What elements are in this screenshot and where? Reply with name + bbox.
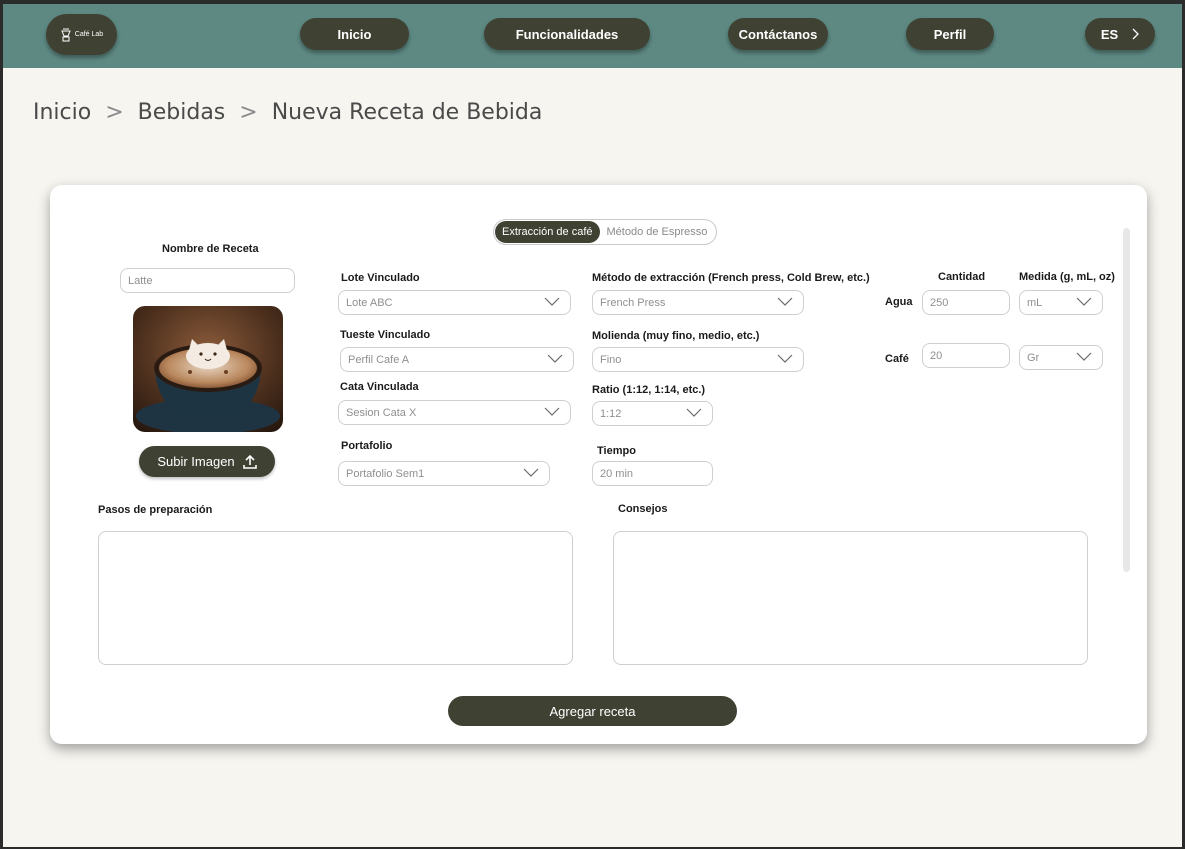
nav-perfil[interactable]: Perfil <box>906 18 994 50</box>
toggle-espresso[interactable]: Método de Espresso <box>600 221 715 243</box>
logo-text: Café Lab <box>74 31 104 38</box>
breadcrumb-inicio[interactable]: Inicio <box>33 100 91 125</box>
cantidad-header: Cantidad <box>938 271 986 283</box>
cafe-medida-select[interactable]: Gr <box>1019 345 1103 370</box>
latte-art-image <box>133 306 283 432</box>
mode-toggle: Extracción de café Método de Espresso <box>493 219 717 245</box>
cata-value: Sesion Cata X <box>346 406 417 419</box>
logo[interactable]: Café Lab <box>46 14 117 55</box>
cafe-label: Café <box>885 353 909 365</box>
tueste-select[interactable]: Perfil Cafe A <box>340 347 574 372</box>
nav-funcionalidades[interactable]: Funcionalidades <box>484 18 650 50</box>
cafe-cantidad-input[interactable]: 20 <box>922 343 1010 368</box>
nav-contactanos[interactable]: Contáctanos <box>728 18 828 50</box>
language-button[interactable]: ES <box>1085 18 1155 50</box>
chevron-down-icon <box>547 354 563 363</box>
consejos-textarea[interactable] <box>613 531 1088 665</box>
breadcrumb-separator: > <box>105 100 124 125</box>
agua-medida-value: mL <box>1027 296 1043 309</box>
chevron-down-icon <box>1076 352 1092 361</box>
top-navbar: Café Lab Inicio Funcionalidades Contácta… <box>3 4 1182 68</box>
chevron-right-icon <box>1132 28 1140 40</box>
scrollbar[interactable] <box>1123 228 1130 572</box>
portafolio-value: Portafolio Sem1 <box>346 467 425 480</box>
chevron-down-icon <box>777 297 793 306</box>
cata-select[interactable]: Sesion Cata X <box>338 400 571 425</box>
agua-cantidad-input[interactable]: 250 <box>922 290 1010 315</box>
tiempo-label: Tiempo <box>597 445 636 457</box>
pasos-label: Pasos de preparación <box>98 504 213 516</box>
ratio-select[interactable]: 1:12 <box>592 401 713 426</box>
coffee-dripper-icon <box>61 28 71 41</box>
metodo-value: French Press <box>600 296 666 309</box>
molienda-select[interactable]: Fino <box>592 347 804 372</box>
metodo-select[interactable]: French Press <box>592 290 804 315</box>
ratio-value: 1:12 <box>600 407 622 420</box>
breadcrumb-current: Nueva Receta de Bebida <box>271 100 543 125</box>
breadcrumb: Inicio > Bebidas > Nueva Receta de Bebid… <box>33 100 542 125</box>
portafolio-select[interactable]: Portafolio Sem1 <box>338 461 550 486</box>
breadcrumb-separator: > <box>239 100 258 125</box>
metodo-label: Método de extracción (French press, Cold… <box>592 272 870 284</box>
lote-value: Lote ABC <box>346 296 393 309</box>
consejos-label: Consejos <box>618 503 668 515</box>
chevron-down-icon <box>544 407 560 416</box>
molienda-label: Molienda (muy fino, medio, etc.) <box>592 330 760 342</box>
nav-inicio[interactable]: Inicio <box>300 18 409 50</box>
recipe-form-card: Extracción de café Método de Espresso No… <box>50 185 1147 744</box>
pasos-textarea[interactable] <box>98 531 573 665</box>
medida-header: Medida (g, mL, oz) <box>1019 271 1115 283</box>
chevron-down-icon <box>777 354 793 363</box>
chevron-down-icon <box>686 408 702 417</box>
agua-medida-select[interactable]: mL <box>1019 290 1103 315</box>
recipe-name-input[interactable]: Latte <box>120 268 295 293</box>
upload-image-button[interactable]: Subir Imagen <box>139 446 275 477</box>
lote-select[interactable]: Lote ABC <box>338 290 571 315</box>
chevron-down-icon <box>523 468 539 477</box>
portafolio-label: Portafolio <box>341 440 393 452</box>
recipe-image <box>133 306 283 432</box>
language-label: ES <box>1100 26 1119 42</box>
page: Café Lab Inicio Funcionalidades Contácta… <box>3 4 1182 847</box>
cata-label: Cata Vinculada <box>340 381 419 393</box>
agua-label: Agua <box>885 296 913 308</box>
chevron-down-icon <box>544 297 560 306</box>
cafe-medida-value: Gr <box>1027 351 1040 364</box>
lote-label: Lote Vinculado <box>341 272 420 284</box>
tueste-label: Tueste Vinculado <box>340 329 431 341</box>
upload-icon <box>242 454 257 469</box>
chevron-down-icon <box>1076 297 1092 306</box>
recipe-name-label: Nombre de Receta <box>162 243 259 255</box>
toggle-extraccion[interactable]: Extracción de café <box>495 221 600 243</box>
breadcrumb-bebidas[interactable]: Bebidas <box>138 100 226 125</box>
tueste-value: Perfil Cafe A <box>348 353 410 366</box>
molienda-value: Fino <box>600 353 622 366</box>
upload-image-label: Subir Imagen <box>157 454 235 469</box>
tiempo-input[interactable]: 20 min <box>592 461 713 486</box>
submit-recipe-button[interactable]: Agregar receta <box>448 696 737 726</box>
ratio-label: Ratio (1:12, 1:14, etc.) <box>592 384 706 396</box>
